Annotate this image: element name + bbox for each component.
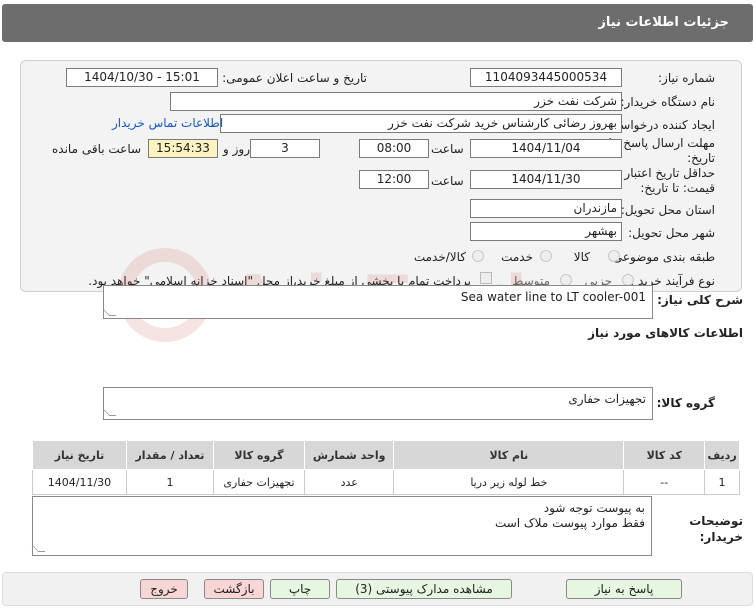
province-label: استان محل تحویل: xyxy=(620,203,715,217)
cell-qty: 1 xyxy=(125,469,214,495)
table-header-row: ردیف کد کالا نام کالا واحد شمارش گروه کا… xyxy=(32,440,740,470)
table-row: 1 -- خط لوله زیر دریا عدد تجهیزات حفاری … xyxy=(32,469,740,495)
col-code: کد کالا xyxy=(623,440,706,470)
cell-group: تجهیزات حفاری xyxy=(212,469,306,495)
items-table: ردیف کد کالا نام کالا واحد شمارش گروه کا… xyxy=(32,440,740,495)
page-header: جزئیات اطلاعات نیاز xyxy=(2,4,753,42)
price-validity-label-2: قیمت: تا تاریخ: xyxy=(640,181,715,195)
col-row: ردیف xyxy=(704,440,740,470)
reply-date-field: 1404/11/04 xyxy=(470,139,622,158)
days-label: روز و xyxy=(223,142,250,156)
cell-code: -- xyxy=(623,469,706,495)
buyer-org-field: شرکت نفت خزر xyxy=(170,92,622,111)
cell-unit: عدد xyxy=(304,469,395,495)
validity-time-label: ساعت xyxy=(431,174,464,188)
category-radio-goods[interactable] xyxy=(608,250,620,262)
exit-button[interactable]: خروج xyxy=(140,579,188,599)
cell-date: 1404/11/30 xyxy=(32,469,127,495)
summary-textarea[interactable]: Sea water line to LT cooler-001 xyxy=(103,285,653,319)
reply-time-field: 08:00 xyxy=(359,139,429,158)
remaining-time-field: 15:54:33 xyxy=(148,139,218,158)
col-unit: واحد شمارش xyxy=(304,440,395,470)
cell-row: 1 xyxy=(704,469,740,495)
treasury-payment-checkbox[interactable] xyxy=(480,272,492,284)
buyer-notes-label-2: خریدار: xyxy=(699,530,743,544)
buyer-notes-textarea[interactable]: به پیوست توجه شود فقط موارد پیوست ملاک ا… xyxy=(32,496,652,556)
cell-name: خط لوله زیر دریا xyxy=(393,469,625,495)
need-number-label: شماره نیاز: xyxy=(658,71,715,85)
category-label: طبقه بندی موضوعی: xyxy=(608,250,715,264)
contact-info-link[interactable]: اطلاعات تماس خریدار xyxy=(112,116,223,130)
col-name: نام کالا xyxy=(393,440,625,470)
announce-label: تاریخ و ساعت اعلان عمومی: xyxy=(222,71,367,85)
col-qty: تعداد / مقدار xyxy=(125,440,214,470)
remaining-label: ساعت باقی مانده xyxy=(52,142,142,156)
province-field: مازندران xyxy=(470,199,622,218)
goods-group-textarea[interactable]: تجهیزات حفاری xyxy=(103,387,653,420)
category-radio-goods-service[interactable] xyxy=(472,250,484,262)
category-option-goods-service: کالا/خدمت xyxy=(413,250,466,264)
city-label: شهر محل تحویل: xyxy=(628,226,715,240)
reply-button[interactable]: پاسخ به نیاز xyxy=(566,579,682,599)
view-attachments-button[interactable]: مشاهده مدارک پیوستی (3) xyxy=(336,579,512,599)
goods-section-title: اطلاعات کالاهای مورد نیاز xyxy=(588,326,743,340)
print-button[interactable]: چاپ xyxy=(270,579,330,599)
price-validity-label: حداقل تاریخ اعتبار xyxy=(624,166,715,180)
days-remaining-field: 3 xyxy=(250,139,320,158)
summary-label: شرح کلی نیاز: xyxy=(657,293,743,307)
category-option-goods: کالا xyxy=(573,250,590,264)
creator-field: بهروز رضائی کارشناس خرید شرکت نفت خزر xyxy=(220,114,622,133)
reply-time-label: ساعت xyxy=(431,142,464,156)
announce-datetime-field: 1404/10/30 - 15:01 xyxy=(66,68,218,87)
page-title: جزئیات اطلاعات نیاز xyxy=(598,15,729,30)
buyer-notes-label: توضیحات xyxy=(689,514,743,528)
reply-deadline-label-2: تاریخ: xyxy=(687,151,715,165)
reply-deadline-label: مهلت ارسال پاسخ: تا xyxy=(608,136,715,150)
need-number-field: 1104093445000534 xyxy=(470,68,622,87)
category-option-service: خدمت xyxy=(501,250,533,264)
col-group: گروه کالا xyxy=(212,440,306,470)
buyer-org-label: نام دستگاه خریدار: xyxy=(620,95,716,109)
city-field: بهشهر xyxy=(470,222,622,241)
col-date: تاریخ نیاز xyxy=(32,440,127,470)
category-radio-service[interactable] xyxy=(540,250,552,262)
goods-group-label: گروه کالا: xyxy=(656,396,715,410)
back-button[interactable]: بازگشت xyxy=(204,579,264,599)
validity-date-field: 1404/11/30 xyxy=(470,170,622,189)
validity-time-field: 12:00 xyxy=(359,170,429,189)
